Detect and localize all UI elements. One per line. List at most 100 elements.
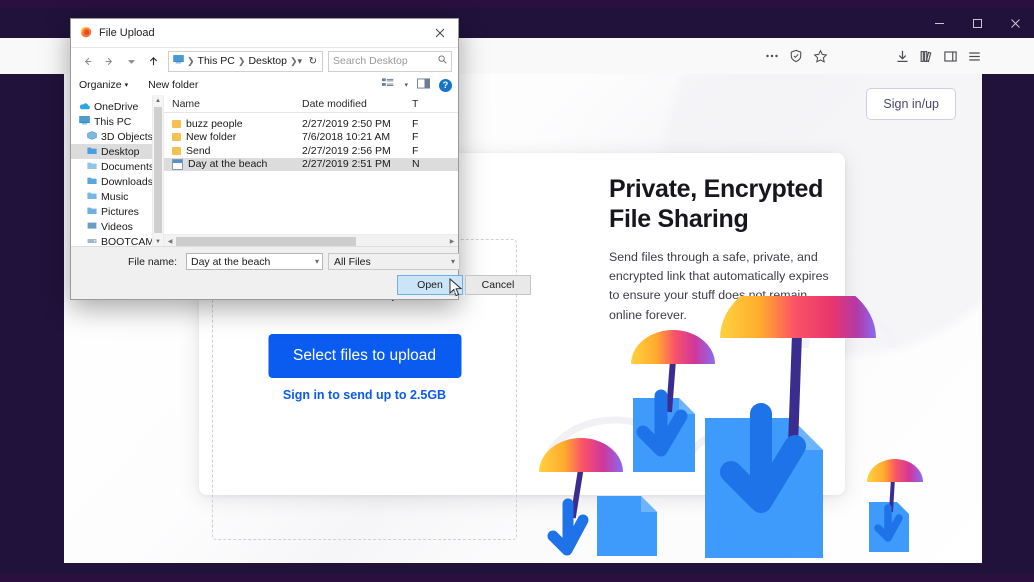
file-type: F [412,144,419,157]
folder-icon [172,146,181,155]
sidebar-item-label: Downloads [101,175,153,188]
sidebar-scrollbar[interactable]: ▲ ▼ [152,95,163,247]
file-date: 2/27/2019 2:50 PM [302,117,391,130]
dialog-titlebar: File Upload [71,19,458,48]
breadcrumb[interactable]: ❯ This PC ❯ Desktop ❯ ▾ ↻ [168,50,323,72]
sidebar-item-desktop[interactable]: Desktop [71,144,163,159]
sidebar-item-videos[interactable]: Videos [71,219,163,234]
chevron-down-icon[interactable]: ▾ [404,81,408,89]
dialog-footer: File name: Day at the beach ▾ All Files … [71,246,531,299]
column-header-name[interactable]: Name [164,98,294,110]
folder-icon [172,133,181,142]
folder-icon [172,119,181,128]
this-pc-icon [79,115,90,128]
file-type: N [412,158,420,171]
horizontal-scrollbar-thumb[interactable] [176,236,356,246]
table-row[interactable]: Send 2/27/2019 2:56 PM F [164,144,458,158]
file-type-filter-select[interactable]: All Files ▾ [328,253,460,270]
recent-locations-icon[interactable] [121,51,141,71]
cancel-button[interactable]: Cancel [465,275,531,295]
dialog-title: File Upload [99,27,155,39]
window-maximize-button[interactable] [958,8,996,38]
view-options-icon[interactable] [382,78,395,92]
videos-folder-icon [87,221,97,233]
umbrella-parachute-illustration [535,276,925,558]
breadcrumb-separator: ❯ [187,55,195,66]
file-name-input[interactable]: Day at the beach ▾ [186,253,323,270]
column-header-date-modified[interactable]: Date modified [294,98,404,110]
breadcrumb-dropdown-icon[interactable]: ▾ [297,56,302,67]
file-name: buzz people [186,117,243,130]
chevron-down-icon[interactable]: ▾ [451,257,455,266]
sidebar-item-downloads[interactable]: Downloads [71,174,163,189]
sidebar-item-label: Pictures [101,205,139,218]
sidebar-item-music[interactable]: Music [71,189,163,204]
file-date: 2/27/2019 2:56 PM [302,144,391,157]
file-name: Send [186,144,211,157]
file-date: 2/27/2019 2:51 PM [302,158,391,171]
up-arrow-icon[interactable] [143,51,163,71]
sidebar-item-label: 3D Objects [101,130,153,143]
column-header-type[interactable]: T [404,98,444,110]
library-icon[interactable] [916,46,936,66]
sidebar-scrollbar-thumb[interactable] [154,107,162,233]
back-arrow-icon[interactable] [77,51,97,71]
file-name: New folder [186,131,237,144]
dialog-navigation-bar: ❯ This PC ❯ Desktop ❯ ▾ ↻ Search Desktop [71,48,458,74]
search-input[interactable]: Search Desktop [328,50,452,72]
firefox-icon [80,26,92,41]
file-name-label: File name: [128,256,178,268]
file-list-header: Name Date modified T [164,95,458,113]
bookmark-star-icon[interactable] [810,46,830,66]
downloads-icon[interactable] [892,46,912,66]
3d-objects-icon [87,130,97,143]
sidebar-item-onedrive[interactable]: OneDrive [71,99,163,114]
page-title: Private, Encrypted File Sharing [609,175,824,233]
refresh-icon[interactable]: ↻ [309,56,317,67]
sidebar-item-label: Desktop [101,145,140,158]
window-close-button[interactable] [996,8,1034,38]
file-name: Day at the beach [188,158,268,171]
breadcrumb-desktop[interactable]: Desktop [248,55,287,67]
scroll-up-icon[interactable]: ▲ [153,95,163,106]
organize-menu-button[interactable]: Organize ▾ [79,79,128,91]
breadcrumb-this-pc[interactable]: This PC [198,55,235,67]
file-list: Name Date modified T buzz people 2/27/20… [163,95,458,247]
table-row[interactable]: Day at the beach 2/27/2019 2:51 PM N [164,157,458,171]
pictures-folder-icon [87,206,97,218]
dialog-sidebar: OneDrive This PC 3D Objects Desktop Docu… [71,95,163,247]
dialog-close-button[interactable] [422,19,458,47]
search-placeholder: Search Desktop [333,55,408,67]
sidebar-item-label: OneDrive [94,100,139,113]
preview-pane-icon[interactable] [417,78,430,92]
sidebar-item-label: Documents [101,160,155,173]
downloads-folder-icon [87,176,97,188]
music-folder-icon [87,191,97,203]
page-actions-dots-icon[interactable] [762,46,782,66]
file-type-filter-value: All Files [334,255,371,268]
help-button[interactable]: ? [439,78,452,92]
search-icon [438,55,447,67]
chevron-down-icon[interactable]: ▾ [315,257,319,266]
sidebar-item-this-pc[interactable]: This PC [71,114,163,129]
sign-in-up-button[interactable]: Sign in/up [866,88,956,120]
shield-icon[interactable] [786,46,806,66]
forward-arrow-icon[interactable] [99,51,119,71]
hamburger-menu-icon[interactable] [964,46,984,66]
onedrive-cloud-icon [79,101,90,113]
documents-folder-icon [87,161,97,173]
sidebar-item-label: Music [101,190,129,203]
resize-grip[interactable] [447,288,457,298]
select-files-to-upload-button[interactable]: Select files to upload [267,334,462,378]
table-row[interactable]: buzz people 2/27/2019 2:50 PM F [164,117,458,131]
table-row[interactable]: New folder 7/6/2018 10:21 AM F [164,131,458,145]
sign-in-upgrade-link[interactable]: Sign in to send up to 2.5GB [213,388,516,402]
sidebar-item-documents[interactable]: Documents [71,159,163,174]
sidebar-item-pictures[interactable]: Pictures [71,204,163,219]
new-folder-button[interactable]: New folder [148,79,198,91]
sidebar-icon[interactable] [940,46,960,66]
sidebar-item-3d-objects[interactable]: 3D Objects [71,129,163,144]
desktop-folder-icon [87,146,97,158]
dialog-body: OneDrive This PC 3D Objects Desktop Docu… [71,95,458,247]
window-minimize-button[interactable] [920,8,958,38]
